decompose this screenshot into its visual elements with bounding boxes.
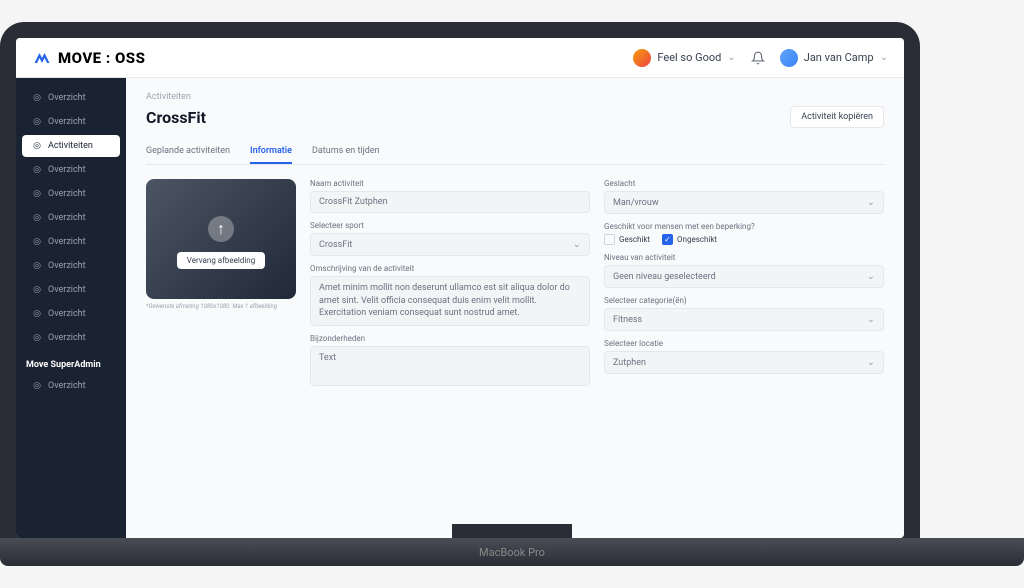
sidebar-item-overzicht[interactable]: ◎ Overzicht xyxy=(22,183,120,205)
device-label: MacBook Pro xyxy=(479,546,545,559)
notifications-button[interactable] xyxy=(746,46,770,70)
sidebar-item-label: Overzicht xyxy=(48,381,86,391)
chevron-down-icon: ⌄ xyxy=(727,52,735,63)
sidebar-item-label: Overzicht xyxy=(48,165,86,175)
location-label: Selecteer locatie xyxy=(604,339,884,348)
replace-image-button[interactable]: Vervang afbeelding xyxy=(177,252,265,269)
sidebar-item-label: Overzicht xyxy=(48,285,86,295)
sidebar-item-overzicht[interactable]: ◎ Overzicht xyxy=(22,279,120,301)
sidebar-item-overzicht[interactable]: ◎ Overzicht xyxy=(22,87,120,109)
checkbox-checked-icon: ✓ xyxy=(662,234,673,245)
pin-icon: ◎ xyxy=(32,189,42,199)
pin-icon: ◎ xyxy=(32,165,42,175)
checkbox-label: Geschikt xyxy=(619,235,650,244)
gender-label: Geslacht xyxy=(604,179,884,188)
sidebar-item-label: Overzicht xyxy=(48,213,86,223)
checkbox-label: Ongeschikt xyxy=(677,235,717,244)
image-hint: *Gewenste afmeting 1080x1080. Max 1 afbe… xyxy=(146,303,296,310)
pin-icon: ◎ xyxy=(32,309,42,319)
chevron-down-icon: ⌄ xyxy=(867,271,875,282)
sidebar-item-overzicht[interactable]: ◎ Overzicht xyxy=(22,327,120,349)
org-selector[interactable]: Feel so Good ⌄ xyxy=(633,49,735,67)
image-upload[interactable]: ↑ Vervang afbeelding xyxy=(146,179,296,299)
sidebar-item-label: Overzicht xyxy=(48,309,86,319)
gender-value: Man/vrouw xyxy=(613,198,659,208)
gender-select[interactable]: Man/vrouw ⌄ xyxy=(604,191,884,214)
tab-dates[interactable]: Datums en tijden xyxy=(312,140,380,164)
tab-planned[interactable]: Geplande activiteiten xyxy=(146,140,230,164)
user-avatar xyxy=(780,49,798,67)
breadcrumb: Activiteiten xyxy=(146,92,884,102)
name-label: Naam activiteit xyxy=(310,179,590,188)
logo: MOVE : OSS xyxy=(32,48,145,68)
description-label: Omschrijving van de activiteit xyxy=(310,264,590,273)
pin-icon: ◎ xyxy=(32,93,42,103)
bell-icon xyxy=(751,51,765,65)
pin-icon: ◎ xyxy=(32,117,42,127)
disability-label: Geschikt voor mensen met een beperking? xyxy=(604,222,884,231)
chevron-down-icon: ⌄ xyxy=(867,314,875,325)
chevron-down-icon: ⌄ xyxy=(573,239,581,250)
copy-activity-button[interactable]: Activiteit kopiëren xyxy=(790,106,884,128)
org-name: Feel so Good xyxy=(657,51,721,64)
sidebar-item-overzicht[interactable]: ◎ Overzicht xyxy=(22,255,120,277)
pin-icon: ◎ xyxy=(32,381,42,391)
sidebar-item-label: Overzicht xyxy=(48,189,86,199)
details-textarea[interactable]: Text xyxy=(310,346,590,386)
level-value: Geen niveau geselecteerd xyxy=(613,272,716,282)
sidebar-item-label: Overzicht xyxy=(48,261,86,271)
sidebar-item-overzicht[interactable]: ◎ Overzicht xyxy=(22,375,120,397)
checkbox-icon xyxy=(604,234,615,245)
level-label: Niveau van activiteit xyxy=(604,253,884,262)
org-avatar xyxy=(633,49,651,67)
sidebar-section-title: Move SuperAdmin xyxy=(16,350,126,374)
pin-icon: ◎ xyxy=(32,285,42,295)
sidebar-item-label: Overzicht xyxy=(48,237,86,247)
sport-label: Selecteer sport xyxy=(310,221,590,230)
checkbox-ongeschikt[interactable]: ✓ Ongeschikt xyxy=(662,234,717,245)
chevron-down-icon: ⌄ xyxy=(867,357,875,368)
name-input[interactable]: CrossFit Zutphen xyxy=(310,191,590,213)
sidebar-item-overzicht[interactable]: ◎ Overzicht xyxy=(22,159,120,181)
upload-icon: ↑ xyxy=(208,216,234,242)
sport-select[interactable]: CrossFit ⌄ xyxy=(310,233,590,256)
logo-text: MOVE : OSS xyxy=(58,49,145,67)
pin-icon: ◎ xyxy=(32,237,42,247)
sport-value: CrossFit xyxy=(319,240,352,250)
chevron-down-icon: ⌄ xyxy=(867,197,875,208)
sidebar-item-overzicht[interactable]: ◎ Overzicht xyxy=(22,303,120,325)
location-value: Zutphen xyxy=(613,358,646,368)
pin-icon: ◎ xyxy=(32,333,42,343)
pin-icon: ◎ xyxy=(32,213,42,223)
checkbox-geschikt[interactable]: Geschikt xyxy=(604,234,650,245)
sidebar-item-overzicht[interactable]: ◎ Overzicht xyxy=(22,111,120,133)
tabs: Geplande activiteiten Informatie Datums … xyxy=(146,140,884,165)
category-value: Fitness xyxy=(613,315,642,325)
category-label: Selecteer categorie(ën) xyxy=(604,296,884,305)
sidebar: ◎ Overzicht ◎ Overzicht ◎ Activiteiten ◎… xyxy=(16,78,126,538)
location-select[interactable]: Zutphen ⌄ xyxy=(604,351,884,374)
category-select[interactable]: Fitness ⌄ xyxy=(604,308,884,331)
user-name: Jan van Camp xyxy=(804,51,874,64)
sidebar-item-label: Overzicht xyxy=(48,333,86,343)
sidebar-item-label: Activiteiten xyxy=(48,141,93,151)
sidebar-item-overzicht[interactable]: ◎ Overzicht xyxy=(22,207,120,229)
details-label: Bijzonderheden xyxy=(310,334,590,343)
topbar: MOVE : OSS Feel so Good ⌄ Jan van Camp ⌄ xyxy=(16,38,904,78)
sidebar-item-label: Overzicht xyxy=(48,117,86,127)
main-content: Activiteiten CrossFit Activiteit kopiëre… xyxy=(126,78,904,538)
tab-info[interactable]: Informatie xyxy=(250,140,292,164)
user-selector[interactable]: Jan van Camp ⌄ xyxy=(780,49,888,67)
page-title: CrossFit xyxy=(146,108,206,127)
sidebar-item-activiteiten[interactable]: ◎ Activiteiten xyxy=(22,135,120,157)
pin-icon: ◎ xyxy=(32,141,42,151)
chevron-down-icon: ⌄ xyxy=(880,52,888,63)
sidebar-item-overzicht[interactable]: ◎ Overzicht xyxy=(22,231,120,253)
logo-icon xyxy=(32,48,52,68)
pin-icon: ◎ xyxy=(32,261,42,271)
description-textarea[interactable]: Amet minim mollit non deserunt ullamco e… xyxy=(310,276,590,326)
level-select[interactable]: Geen niveau geselecteerd ⌄ xyxy=(604,265,884,288)
sidebar-item-label: Overzicht xyxy=(48,93,86,103)
